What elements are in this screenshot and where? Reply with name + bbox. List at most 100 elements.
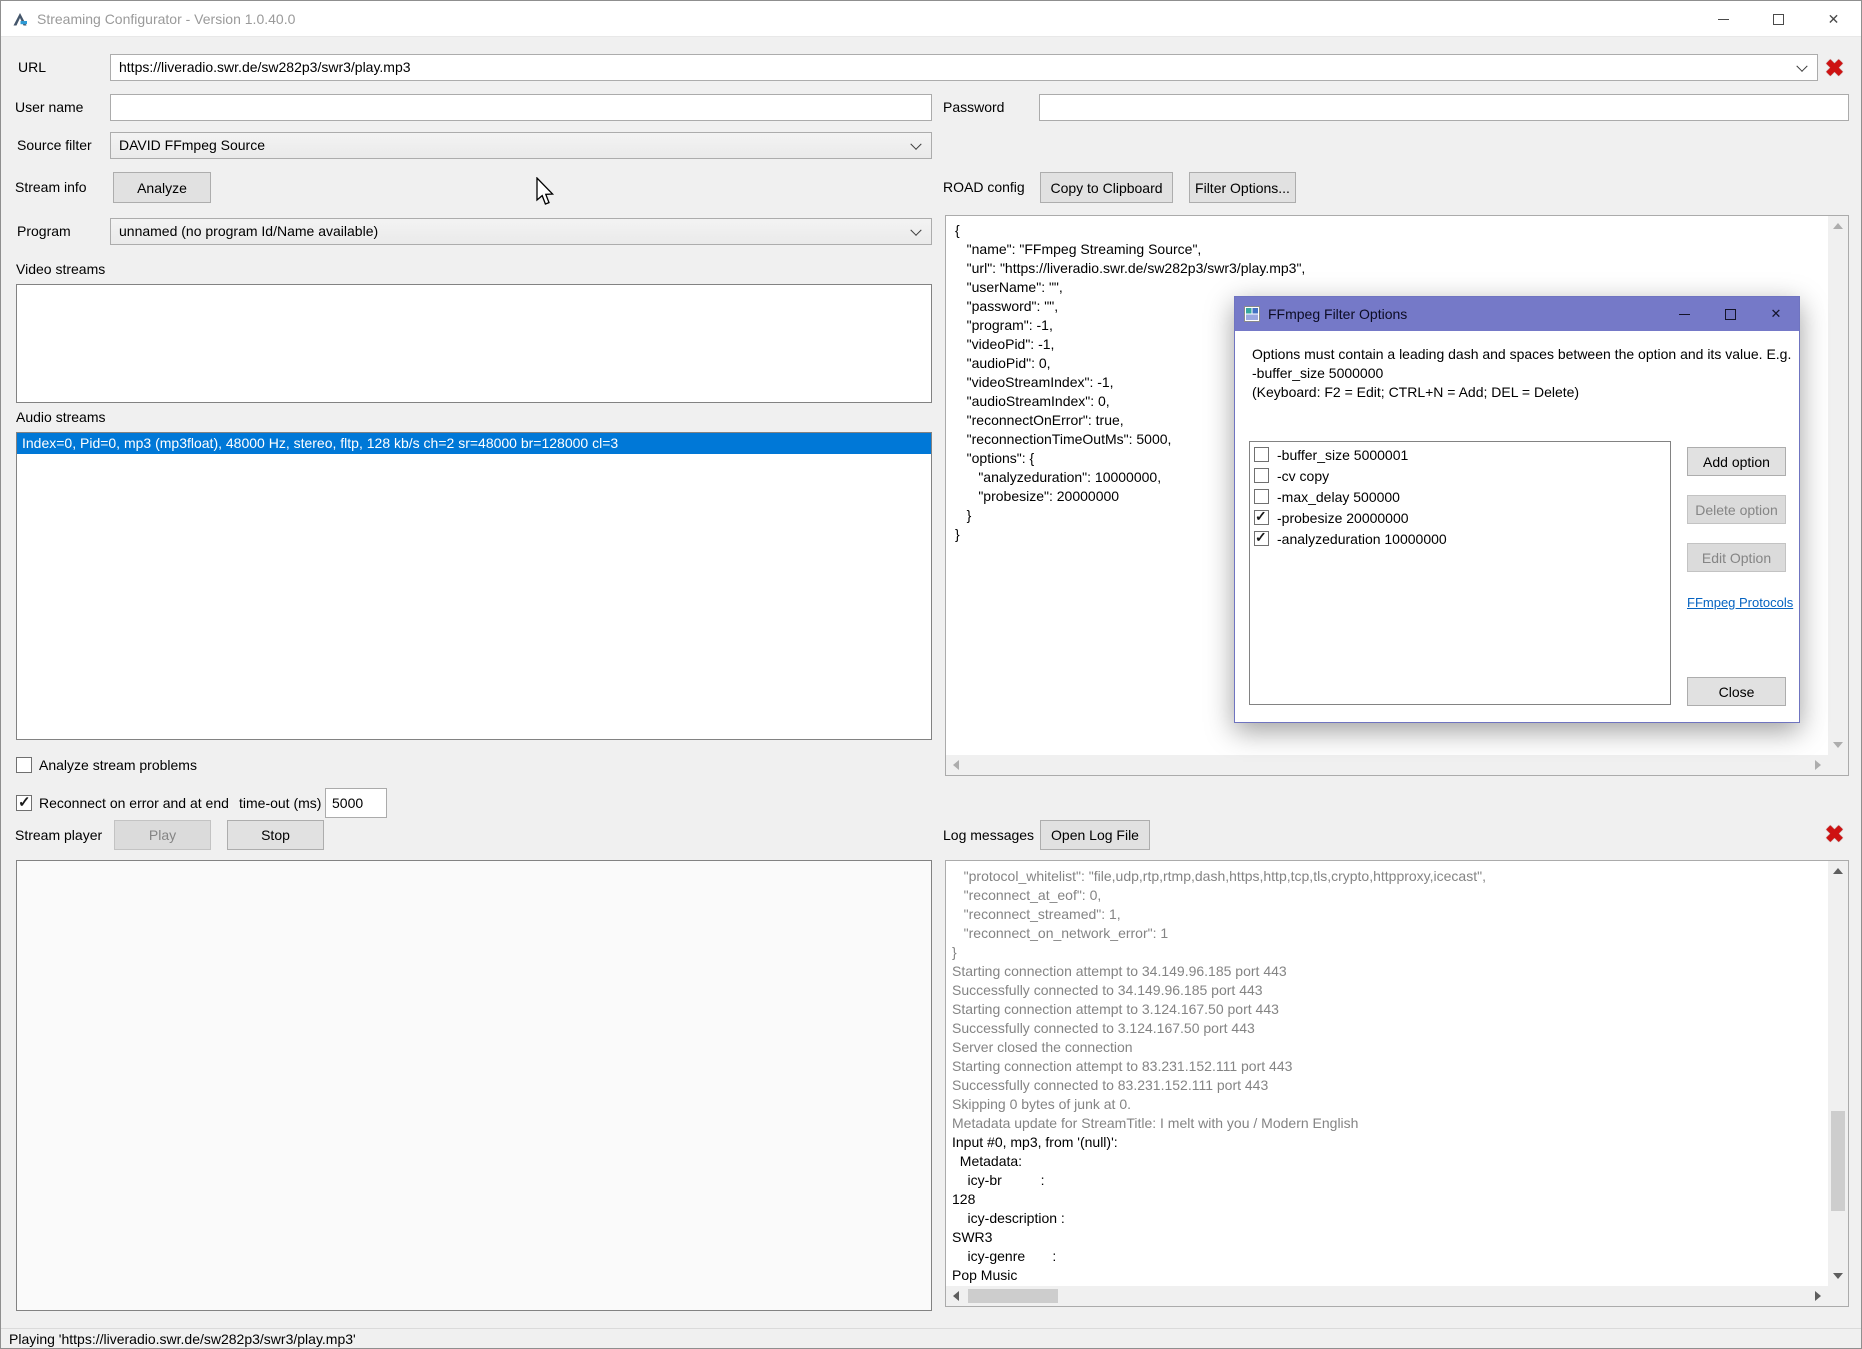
road-config-vertical-scrollbar[interactable]: [1828, 216, 1848, 755]
video-streams-listbox[interactable]: [16, 284, 932, 403]
add-option-button[interactable]: Add option: [1687, 447, 1786, 476]
option-checkbox[interactable]: [1254, 531, 1269, 546]
edit-option-button[interactable]: Edit Option: [1687, 543, 1786, 572]
scroll-down-arrow-icon[interactable]: [1833, 1273, 1843, 1279]
play-button[interactable]: Play: [114, 820, 211, 850]
close-button[interactable]: ✕: [1806, 1, 1861, 37]
scrollbar-corner: [1828, 755, 1848, 775]
log-textarea[interactable]: "protocol_whitelist": "file,udp,rtp,rtmp…: [945, 860, 1849, 1307]
password-field[interactable]: [1039, 94, 1849, 121]
vertical-scroll-thumb[interactable]: [1831, 1111, 1845, 1211]
filter-option-row[interactable]: -probesize 20000000: [1250, 507, 1670, 528]
log-line: icy-genre :: [952, 1247, 1828, 1266]
road-config-label: ROAD config: [943, 174, 1025, 201]
log-messages-label: Log messages: [943, 822, 1034, 849]
program-dropdown[interactable]: unnamed (no program Id/Name available): [110, 218, 932, 245]
dialog-title: FFmpeg Filter Options: [1268, 306, 1407, 322]
log-line: Starting connection attempt to 34.149.96…: [952, 962, 1828, 981]
audio-stream-row[interactable]: Index=0, Pid=0, mp3 (mp3float), 48000 Hz…: [17, 433, 931, 454]
audio-streams-listbox[interactable]: Index=0, Pid=0, mp3 (mp3float), 48000 Hz…: [16, 432, 932, 740]
delete-option-button[interactable]: Delete option: [1687, 495, 1786, 524]
username-label: User name: [15, 94, 83, 121]
filter-options-button[interactable]: Filter Options...: [1189, 172, 1296, 203]
filter-option-row[interactable]: -buffer_size 5000001: [1250, 444, 1670, 465]
scrollbar-corner: [1828, 1286, 1848, 1306]
option-checkbox[interactable]: [1254, 510, 1269, 525]
reconnect-label: Reconnect on error and at end: [39, 795, 229, 812]
timeout-field[interactable]: [325, 788, 387, 818]
stream-info-label: Stream info: [15, 174, 87, 201]
log-line-text: Successfully connected to 34.149.96.185 …: [952, 982, 1263, 998]
clear-url-button[interactable]: ✖: [1822, 56, 1847, 81]
dialog-close-button[interactable]: ✕: [1753, 297, 1799, 331]
scroll-left-arrow-icon[interactable]: [953, 760, 959, 770]
close-dialog-button[interactable]: Close: [1687, 677, 1786, 706]
maximize-icon: [1725, 309, 1736, 320]
application-window: Streaming Configurator - Version 1.0.40.…: [0, 0, 1862, 1349]
chevron-down-icon[interactable]: [910, 138, 921, 149]
url-label: URL: [18, 54, 46, 81]
log-line: "reconnect_streamed": 1,: [952, 905, 1828, 924]
scroll-up-arrow-icon[interactable]: [1833, 868, 1843, 874]
filter-option-row[interactable]: -analyzeduration 10000000: [1250, 528, 1670, 549]
road-config-horizontal-scrollbar[interactable]: [946, 755, 1828, 775]
minimize-button[interactable]: [1696, 1, 1751, 37]
option-checkbox[interactable]: [1254, 447, 1269, 462]
scroll-left-arrow-icon[interactable]: [953, 1291, 959, 1301]
log-line-text: Starting connection attempt to 3.124.167…: [952, 1001, 1279, 1017]
username-field[interactable]: [110, 94, 932, 121]
log-line-text: icy-br :: [952, 1172, 1045, 1188]
dialog-instructions-line2: -buffer_size 5000000: [1252, 364, 1383, 383]
maximize-button[interactable]: [1751, 1, 1806, 37]
filter-options-listbox[interactable]: -buffer_size 5000001 -cv copy -max_delay…: [1249, 441, 1671, 705]
source-filter-dropdown[interactable]: DAVID FFmpeg Source: [110, 132, 932, 159]
log-line-text: Metadata update for StreamTitle: I melt …: [952, 1115, 1358, 1131]
scroll-right-arrow-icon[interactable]: [1815, 760, 1821, 770]
program-label: Program: [17, 218, 71, 245]
audio-streams-label: Audio streams: [16, 409, 105, 426]
scroll-down-arrow-icon[interactable]: [1833, 742, 1843, 748]
chevron-down-icon[interactable]: [1796, 60, 1807, 71]
timeout-label: time-out (ms): [239, 795, 321, 812]
scroll-up-arrow-icon[interactable]: [1833, 223, 1843, 229]
log-line: Starting connection attempt to 83.231.15…: [952, 1057, 1828, 1076]
ffmpeg-protocols-link[interactable]: FFmpeg Protocols: [1687, 595, 1786, 610]
filter-option-row[interactable]: -max_delay 500000: [1250, 486, 1670, 507]
dialog-minimize-button[interactable]: [1661, 297, 1707, 331]
log-line-text: "protocol_whitelist": "file,udp,rtp,rtmp…: [952, 868, 1486, 884]
option-label: -cv copy: [1277, 468, 1329, 484]
dialog-maximize-button[interactable]: [1707, 297, 1753, 331]
chevron-down-icon[interactable]: [910, 224, 921, 235]
filter-option-row[interactable]: -cv copy: [1250, 465, 1670, 486]
log-line-text: }: [952, 944, 957, 960]
log-line-text: "reconnect_on_network_error": 1: [952, 925, 1168, 941]
stream-player-label: Stream player: [15, 822, 102, 849]
dialog-titlebar[interactable]: FFmpeg Filter Options ✕: [1235, 297, 1799, 331]
open-log-file-button[interactable]: Open Log File: [1040, 820, 1150, 850]
horizontal-scroll-thumb[interactable]: [968, 1289, 1058, 1303]
option-checkbox[interactable]: [1254, 468, 1269, 483]
log-line: Pop Music: [952, 1266, 1828, 1285]
scroll-right-arrow-icon[interactable]: [1815, 1291, 1821, 1301]
window-title: Streaming Configurator - Version 1.0.40.…: [37, 11, 295, 27]
log-line: Starting connection attempt to 3.124.167…: [952, 1000, 1828, 1019]
url-combobox[interactable]: https://liveradio.swr.de/sw282p3/swr3/pl…: [110, 54, 1818, 81]
close-icon: ✕: [1828, 11, 1840, 28]
log-line: Server closed the connection: [952, 1038, 1828, 1057]
log-line: 128: [952, 1190, 1828, 1209]
log-vertical-scrollbar[interactable]: [1828, 861, 1848, 1286]
maximize-icon: [1773, 14, 1784, 25]
reconnect-checkbox[interactable]: [16, 795, 32, 811]
log-horizontal-scrollbar[interactable]: [946, 1286, 1828, 1306]
status-bar: Playing 'https://liveradio.swr.de/sw282p…: [1, 1328, 1861, 1349]
dialog-controls: ✕: [1661, 297, 1799, 331]
analyze-problems-checkbox[interactable]: [16, 757, 32, 773]
option-checkbox[interactable]: [1254, 489, 1269, 504]
log-line: icy-description :: [952, 1209, 1828, 1228]
log-line: Successfully connected to 83.231.152.111…: [952, 1076, 1828, 1095]
copy-to-clipboard-button[interactable]: Copy to Clipboard: [1040, 172, 1173, 203]
stop-button[interactable]: Stop: [227, 820, 324, 850]
clear-log-button[interactable]: ✖: [1822, 822, 1847, 847]
log-line: SWR3: [952, 1228, 1828, 1247]
analyze-button[interactable]: Analyze: [113, 172, 211, 203]
